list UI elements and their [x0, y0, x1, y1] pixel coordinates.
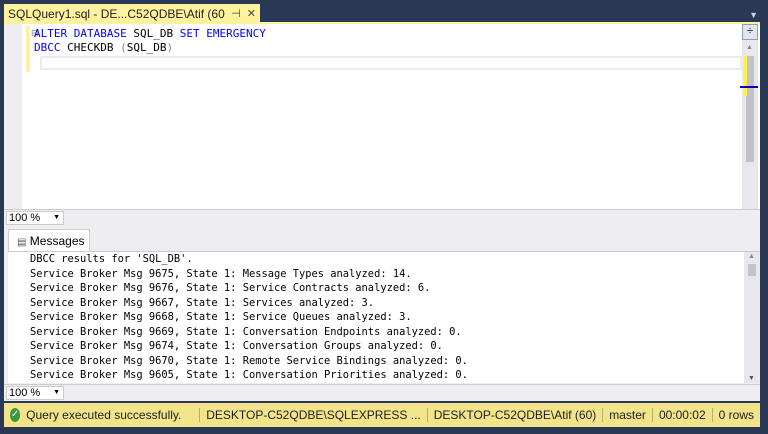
- message-line: Service Broker Msg 9670, State 1: Remote…: [30, 354, 468, 367]
- scroll-up-icon[interactable]: ▲: [746, 44, 753, 51]
- editor-gutter: [4, 24, 22, 210]
- code-token: CHECKDB: [60, 41, 121, 54]
- status-user: DESKTOP-C52QDBE\Atif (60): [426, 408, 603, 422]
- editor-zoom-select[interactable]: 100 % ▼: [6, 211, 64, 225]
- code-token: DATABASE: [73, 27, 127, 40]
- zoom-value: 100 %: [9, 212, 41, 224]
- message-line: Service Broker Msg 9674, State 1: Conver…: [30, 340, 443, 352]
- change-marker: [26, 26, 30, 72]
- editor-scrollbar[interactable]: ÷ ▲: [740, 24, 758, 210]
- message-line: Service Broker Msg 9669, State 1: Conver…: [30, 325, 462, 338]
- scroll-thumb[interactable]: [746, 56, 754, 162]
- caret-map: [740, 86, 758, 88]
- status-database: master: [602, 408, 652, 422]
- message-line: DBCC results for 'SQL_DB'.: [30, 253, 193, 265]
- messages-list[interactable]: DBCC results for 'SQL_DB'. Service Broker…: [8, 251, 760, 383]
- messages-scrollbar[interactable]: ▲ ▼: [744, 252, 760, 383]
- chevron-down-icon: ▼: [53, 389, 60, 396]
- message-line: Service Broker Msg 9605, State 1: Conver…: [30, 369, 468, 381]
- code-token: SQL_DB: [126, 27, 180, 40]
- tab-list-dropdown-icon[interactable]: ▼: [749, 10, 758, 20]
- code-line: DBCC CHECKDB (SQL_DB): [34, 41, 173, 54]
- query-tab-title: SQLQuery1.sql - DE...C52QDBE\Atif (60))*: [8, 6, 226, 21]
- editor-zoom-bar: 100 % ▼: [4, 209, 760, 226]
- change-map: [744, 56, 747, 96]
- message-line: Service Broker Msg 9667, State 1: Servic…: [30, 296, 375, 309]
- query-editor[interactable]: ⊟ ALTER DATABASE SQL_DB SET EMERGENCY DBC…: [4, 24, 760, 210]
- pin-icon[interactable]: ⊣: [231, 7, 241, 20]
- messages-tab-label: Messages: [29, 234, 85, 248]
- code-token: DBCC: [34, 41, 61, 54]
- status-bar: ✓ Query executed successfully. DESKTOP-C…: [4, 403, 760, 427]
- code-token: SET: [179, 27, 200, 40]
- code-token: ): [166, 41, 174, 54]
- message-line: Service Broker Msg 9668, State 1: Servic…: [30, 311, 412, 323]
- scroll-down-icon[interactable]: ▼: [748, 375, 755, 382]
- message-line: Service Broker Msg 9675, State 1: Messag…: [30, 267, 412, 280]
- success-check-icon: ✓: [10, 408, 21, 422]
- message-line: Service Broker Msg 9676, State 1: Servic…: [30, 282, 431, 294]
- query-tab[interactable]: SQLQuery1.sql - DE...C52QDBE\Atif (60))*…: [4, 4, 260, 23]
- scroll-thumb[interactable]: [748, 264, 756, 276]
- tab-messages[interactable]: ▤ Messages: [8, 229, 90, 251]
- status-message: Query executed successfully.: [26, 408, 182, 422]
- messages-zoom-bar: 100 % ▼: [4, 384, 760, 401]
- zoom-value: 100 %: [9, 387, 41, 399]
- status-server: DESKTOP-C52QDBE\SQLEXPRESS ...: [199, 408, 427, 422]
- code-token: ALTER: [34, 27, 68, 40]
- status-rows: 0 rows: [711, 408, 760, 422]
- code-token: (: [120, 41, 127, 54]
- messages-icon: ▤: [17, 237, 27, 248]
- messages-zoom-select[interactable]: 100 % ▼: [6, 386, 64, 400]
- chevron-down-icon: ▼: [53, 214, 60, 221]
- current-line: [40, 56, 742, 70]
- code-line: ALTER DATABASE SQL_DB SET EMERGENCY: [34, 27, 266, 40]
- scroll-up-icon[interactable]: ▲: [748, 253, 755, 260]
- status-elapsed: 00:00:02: [651, 408, 712, 422]
- close-icon[interactable]: ✕: [247, 7, 256, 20]
- code-token: SQL_DB: [126, 41, 167, 54]
- results-pane: ▤ Messages DBCC results for 'SQL_DB'. Ser…: [4, 226, 760, 384]
- split-icon[interactable]: ÷: [742, 24, 758, 40]
- code-token: EMERGENCY: [206, 27, 266, 40]
